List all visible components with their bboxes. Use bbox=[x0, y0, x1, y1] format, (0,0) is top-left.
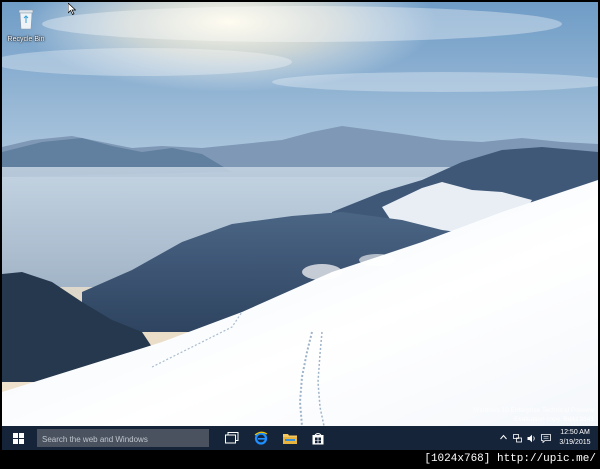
file-explorer-icon bbox=[283, 434, 297, 444]
internet-explorer-button[interactable] bbox=[252, 429, 270, 447]
chevron-up-icon[interactable] bbox=[500, 434, 507, 440]
start-button[interactable] bbox=[6, 430, 30, 446]
recycle-bin-label: Recycle Bin bbox=[7, 36, 45, 43]
image-caption: [1024x768] http://upic.me/ bbox=[424, 453, 596, 465]
search-box[interactable]: Search the web and Windows bbox=[37, 429, 209, 447]
screenshot-frame: Recycle Bin Windows 10 Enterprise Techni… bbox=[0, 0, 600, 469]
system-clock[interactable]: 12:50 AM 3/19/2015 bbox=[558, 428, 592, 448]
internet-explorer-icon bbox=[254, 431, 268, 445]
volume-icon[interactable] bbox=[527, 434, 536, 443]
taskbar: Search the web and Windows 12:50 AM 3/19… bbox=[2, 426, 598, 450]
store-icon bbox=[312, 432, 324, 444]
desktop-screen: Recycle Bin Windows 10 Enterprise Techni… bbox=[2, 2, 598, 450]
recycle-bin-icon bbox=[18, 9, 34, 30]
network-icon[interactable] bbox=[513, 434, 522, 443]
watermark-edition: Windows 10 Enterprise Technical Preview bbox=[473, 407, 594, 414]
task-view-button[interactable] bbox=[223, 429, 241, 447]
file-explorer-button[interactable] bbox=[281, 429, 299, 447]
search-placeholder: Search the web and Windows bbox=[42, 435, 148, 444]
clock-time: 12:50 AM bbox=[560, 429, 590, 436]
desktop-wallpaper bbox=[2, 2, 598, 426]
task-view-icon bbox=[225, 432, 239, 444]
action-center-icon[interactable] bbox=[541, 434, 551, 443]
windows-logo-icon bbox=[12, 432, 24, 444]
store-button[interactable] bbox=[309, 429, 327, 447]
clock-date: 3/19/2015 bbox=[559, 439, 591, 446]
desktop-icon-recycle-bin[interactable]: Recycle Bin bbox=[6, 8, 46, 43]
watermark-build: Evaluation copy. Build 9841 bbox=[514, 416, 594, 423]
evaluation-watermark: Windows 10 Enterprise Technical Preview … bbox=[473, 406, 594, 424]
mouse-cursor-icon bbox=[68, 3, 76, 15]
